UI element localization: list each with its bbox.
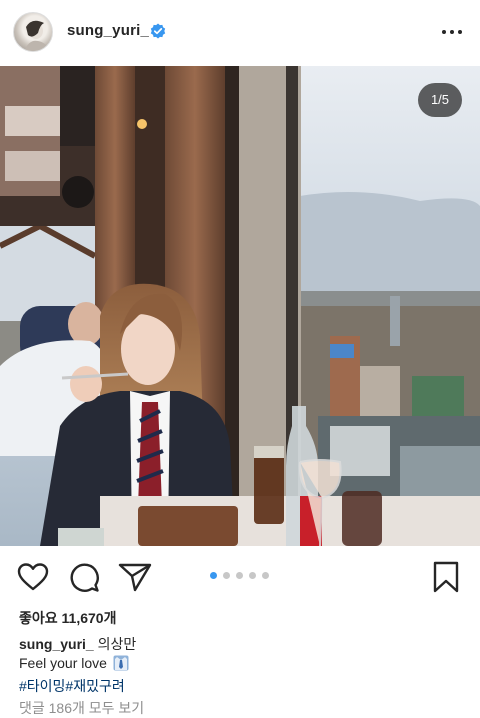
profile-avatar[interactable] xyxy=(13,12,53,52)
caption-username[interactable]: sung_yuri_ xyxy=(19,636,94,652)
verified-badge-icon xyxy=(150,23,166,39)
necktie-shirt-emoji xyxy=(113,655,129,671)
likes-count[interactable]: 좋아요 11,670개 xyxy=(19,608,116,628)
carousel-dot xyxy=(223,572,230,579)
carousel-dot xyxy=(210,572,217,579)
caption: sung_yuri_ 의상만 xyxy=(19,634,136,654)
header-username[interactable]: sung_yuri_ xyxy=(67,22,149,39)
view-all-comments-link[interactable]: 댓글 186개 모두 보기 xyxy=(19,698,144,718)
caption-text: 의상만 xyxy=(97,636,137,652)
carousel-counter: 1/5 xyxy=(418,83,462,117)
hashtags[interactable]: #타이밍#재밌구려 xyxy=(19,676,125,696)
carousel-dot xyxy=(236,572,243,579)
more-options-icon[interactable] xyxy=(440,22,464,42)
caption-line-text: Feel your love xyxy=(19,655,107,671)
carousel-dot xyxy=(249,572,256,579)
paper-plane-icon[interactable] xyxy=(118,562,152,592)
bookmark-icon[interactable] xyxy=(432,561,460,593)
carousel-dot xyxy=(262,572,269,579)
heart-icon[interactable] xyxy=(17,562,49,592)
caption-line: Feel your love xyxy=(19,655,129,671)
avatar-portrait xyxy=(24,20,50,51)
post-photo[interactable]: 1/5 xyxy=(0,66,480,546)
photo-scene xyxy=(0,66,480,546)
comment-bubble-icon[interactable] xyxy=(68,561,100,593)
post-header: sung_yuri_ xyxy=(0,0,480,64)
